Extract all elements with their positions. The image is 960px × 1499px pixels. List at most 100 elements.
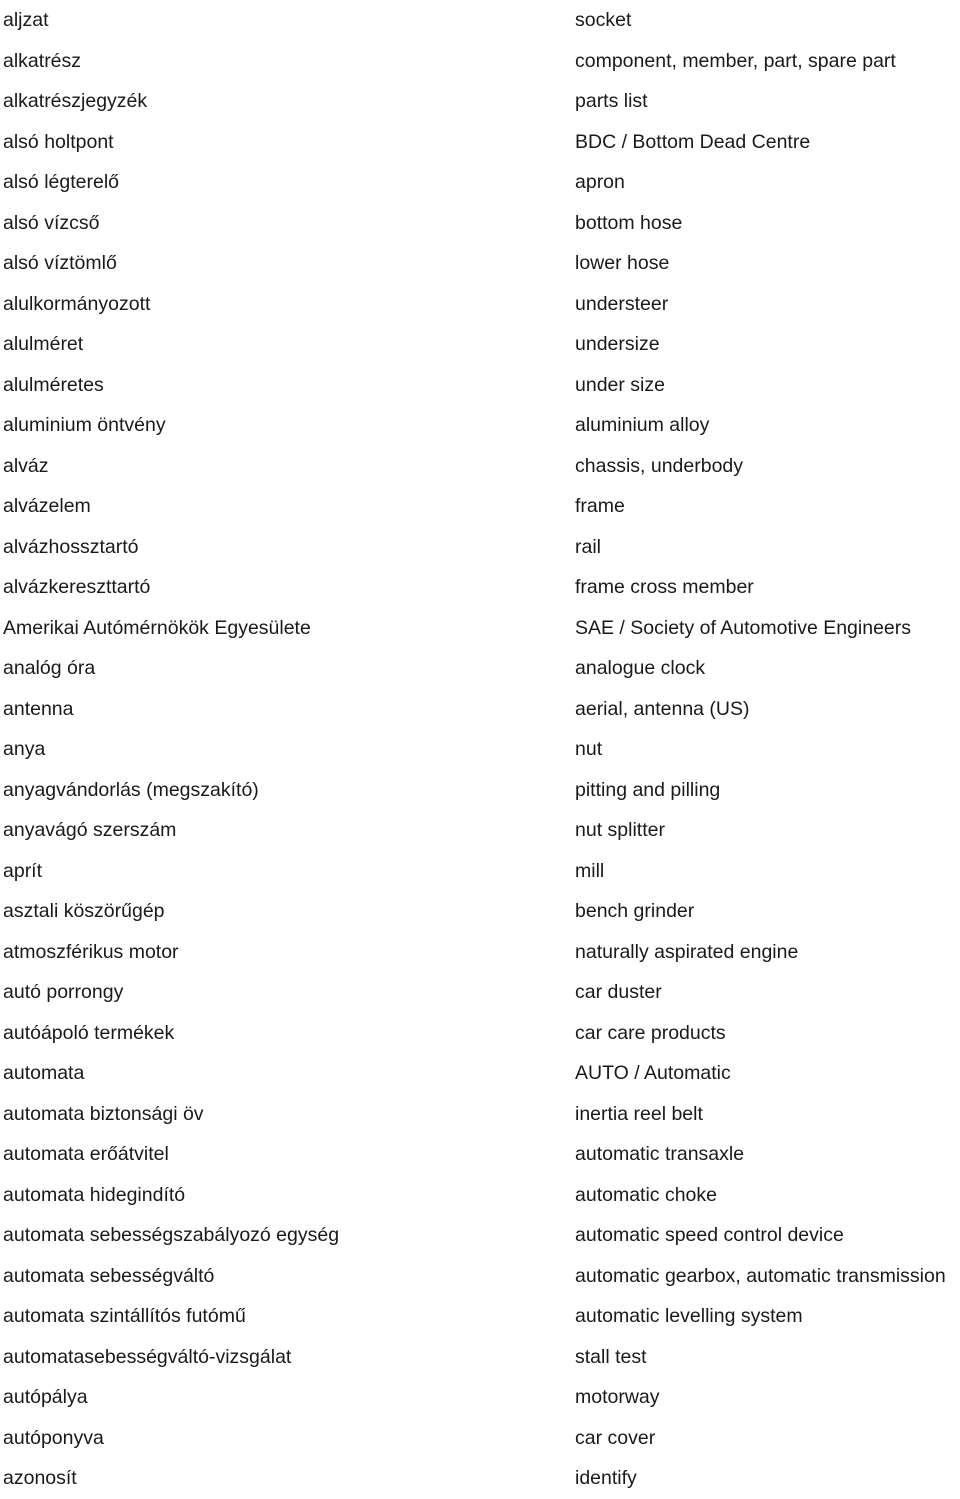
glossary-row: autóponyva car cover: [0, 1418, 960, 1459]
glossary-translation-english: AUTO / Automatic: [575, 1062, 731, 1084]
glossary-translation-english: automatic choke: [575, 1183, 717, 1206]
glossary-row: aljzat socket: [0, 0, 960, 41]
glossary-table: aljzat socket alkatrész component, member, …: [0, 0, 960, 1489]
glossary-term-hungarian: automata erőátvitel: [3, 1143, 169, 1165]
glossary-translation-english: nut splitter: [575, 819, 665, 841]
glossary-row: autópálya motorway: [0, 1377, 960, 1418]
glossary-row: alulkormányozott understeer: [0, 284, 960, 325]
glossary-term-hungarian: automata biztonsági öv: [3, 1102, 204, 1125]
glossary-row: anya nut: [0, 729, 960, 770]
glossary-row: automata biztonsági öv inertia reel belt: [0, 1094, 960, 1135]
glossary-translation-english: lower hose: [575, 252, 670, 274]
glossary-translation-english: frame: [575, 495, 625, 517]
glossary-translation-english: SAE / Society of Automotive Engineers: [575, 616, 912, 639]
glossary-term-hungarian: alsó víztömlő: [3, 252, 117, 274]
glossary-row: antenna aerial, antenna (US): [0, 689, 960, 730]
glossary-term-hungarian: autóponyva: [3, 1426, 104, 1449]
glossary-translation-english: naturally aspirated engine: [575, 940, 799, 963]
glossary-translation-english: bottom hose: [575, 211, 683, 234]
glossary-translation-english: identify: [575, 1467, 637, 1489]
glossary-row: Amerikai Autómérnökök Egyesülete SAE / So…: [0, 608, 960, 649]
glossary-term-hungarian: autópálya: [3, 1386, 88, 1408]
glossary-term-hungarian: anyavágó szerszám: [3, 819, 177, 841]
glossary-row: alváz chassis, underbody: [0, 446, 960, 487]
glossary-term-hungarian: alulkormányozott: [3, 292, 151, 315]
glossary-row: alulméret undersize: [0, 324, 960, 365]
glossary-term-hungarian: automata: [3, 1062, 85, 1084]
glossary-term-hungarian: atmoszférikus motor: [3, 940, 179, 963]
glossary-translation-english: frame cross member: [575, 576, 754, 598]
glossary-row: azonosít identify: [0, 1458, 960, 1499]
glossary-translation-english: apron: [575, 171, 625, 193]
glossary-term-hungarian: antenna: [3, 697, 74, 720]
glossary-row: anyavágó szerszám nut splitter: [0, 810, 960, 851]
glossary-term-hungarian: alulméret: [3, 333, 84, 355]
glossary-term-hungarian: alkatrész: [3, 49, 82, 72]
glossary-term-hungarian: alsó vízcső: [3, 211, 100, 234]
glossary-term-hungarian: autó porrongy: [3, 981, 124, 1003]
glossary-term-hungarian: alváz: [3, 454, 49, 477]
glossary-term-hungarian: alsó holtpont: [3, 130, 114, 153]
glossary-term-hungarian: alkatrészjegyzék: [3, 90, 148, 112]
glossary-row: alvázhossztartó rail: [0, 527, 960, 568]
glossary-term-hungarian: aprít: [3, 859, 43, 882]
glossary-term-hungarian: aljzat: [3, 9, 49, 31]
glossary-translation-english: rail: [575, 535, 602, 558]
glossary-translation-english: analogue clock: [575, 657, 706, 679]
glossary-row: anyagvándorlás (megszakító) pitting and p…: [0, 770, 960, 811]
glossary-term-hungarian: azonosít: [3, 1467, 77, 1489]
glossary-translation-english: car care products: [575, 1021, 726, 1044]
glossary-term-hungarian: Amerikai Autómérnökök Egyesülete: [3, 616, 311, 639]
glossary-term-hungarian: autóápoló termékek: [3, 1021, 175, 1044]
glossary-term-hungarian: anya: [3, 738, 46, 760]
glossary-translation-english: socket: [575, 9, 632, 31]
glossary-translation-english: under size: [575, 373, 665, 396]
glossary-translation-english: understeer: [575, 292, 669, 315]
glossary-translation-english: BDC / Bottom Dead Centre: [575, 130, 811, 153]
glossary-row: alsó vízcső bottom hose: [0, 203, 960, 244]
glossary-term-hungarian: automatasebességváltó-vizsgálat: [3, 1345, 292, 1368]
glossary-row: automata sebességváltó automatic gearbox,…: [0, 1256, 960, 1297]
glossary-row: automata szintállítós futómű automatic le…: [0, 1296, 960, 1337]
glossary-translation-english: bench grinder: [575, 900, 695, 922]
glossary-term-hungarian: automata hidegindító: [3, 1183, 186, 1206]
glossary-row: alsó holtpont BDC / Bottom Dead Centre: [0, 122, 960, 163]
glossary-row: alsó légterelő apron: [0, 162, 960, 203]
glossary-translation-english: nut: [575, 738, 603, 760]
glossary-translation-english: inertia reel belt: [575, 1102, 703, 1125]
glossary-row: automata sebességszabályozó egység automa…: [0, 1215, 960, 1256]
glossary-translation-english: undersize: [575, 333, 660, 355]
glossary-translation-english: aerial, antenna (US): [575, 697, 750, 720]
glossary-row: asztali köszörűgép bench grinder: [0, 891, 960, 932]
glossary-row: automata hidegindító automatic choke: [0, 1175, 960, 1216]
glossary-term-hungarian: analóg óra: [3, 657, 96, 679]
glossary-term-hungarian: aluminium öntvény: [3, 414, 166, 436]
glossary-row: automatasebességváltó-vizsgálat stall tes…: [0, 1337, 960, 1378]
glossary-term-hungarian: alvázhossztartó: [3, 535, 139, 558]
glossary-term-hungarian: asztali köszörűgép: [3, 900, 165, 922]
glossary-term-hungarian: automata sebességváltó: [3, 1264, 215, 1287]
glossary-term-hungarian: alulméretes: [3, 373, 104, 396]
glossary-row: analóg óra analogue clock: [0, 648, 960, 689]
glossary-translation-english: aluminium alloy: [575, 414, 710, 436]
glossary-row: alvázelem frame: [0, 486, 960, 527]
glossary-row: alvázkereszttartó frame cross member: [0, 567, 960, 608]
glossary-term-hungarian: automata sebességszabályozó egység: [3, 1224, 340, 1246]
glossary-translation-english: motorway: [575, 1386, 660, 1408]
glossary-translation-english: pitting and pilling: [575, 778, 721, 801]
glossary-row: aprít mill: [0, 851, 960, 892]
glossary-translation-english: mill: [575, 859, 605, 882]
glossary-row: autóápoló termékek car care products: [0, 1013, 960, 1054]
glossary-translation-english: parts list: [575, 90, 648, 112]
glossary-translation-english: automatic transaxle: [575, 1143, 745, 1165]
glossary-row: alkatrészjegyzék parts list: [0, 81, 960, 122]
glossary-translation-english: component, member, part, spare part: [575, 49, 896, 72]
glossary-term-hungarian: anyagvándorlás (megszakító): [3, 778, 259, 801]
glossary-term-hungarian: alsó légterelő: [3, 171, 119, 193]
glossary-row: automata AUTO / Automatic: [0, 1053, 960, 1094]
glossary-row: atmoszférikus motor naturally aspirated e…: [0, 932, 960, 973]
glossary-row: alkatrész component, member, part, spare …: [0, 41, 960, 82]
glossary-term-hungarian: alvázkereszttartó: [3, 576, 151, 598]
glossary-term-hungarian: alvázelem: [3, 495, 91, 517]
glossary-translation-english: automatic speed control device: [575, 1224, 844, 1246]
